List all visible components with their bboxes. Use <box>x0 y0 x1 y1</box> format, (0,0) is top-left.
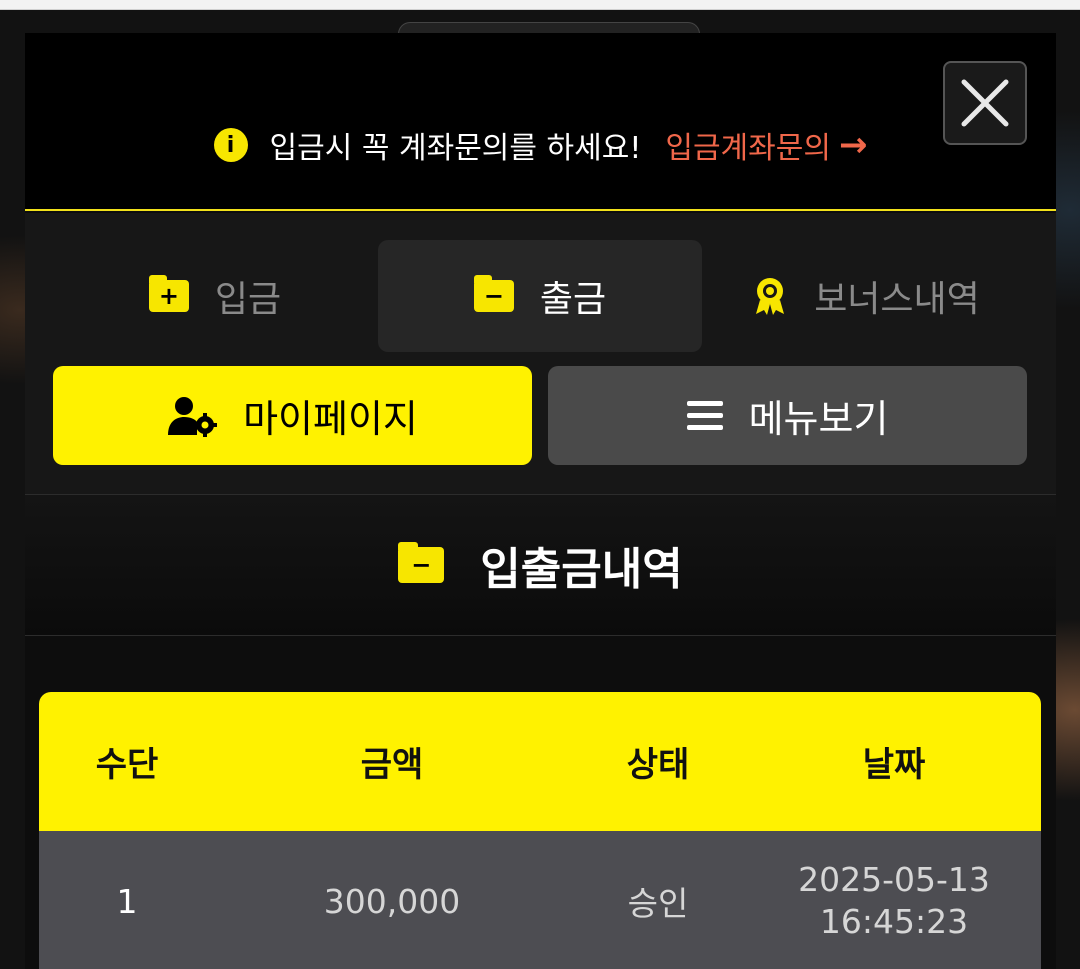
section-header: − 입출금내역 <box>25 494 1056 636</box>
user-gear-icon <box>168 396 218 437</box>
mypage-label: 마이페이지 <box>243 397 418 441</box>
column-header-amount: 금액 <box>360 745 424 785</box>
tab-bonus[interactable]: 보너스내역 <box>704 240 1028 352</box>
notice-row: i 입금시 꼭 계좌문의를 하세요! 입금계좌문의 → <box>25 123 1056 167</box>
arrow-right-icon: → <box>838 125 868 165</box>
wallet-modal: i 입금시 꼭 계좌문의를 하세요! 입금계좌문의 → + 입금 − 출금 보너… <box>25 33 1056 969</box>
cell-status: 승인 <box>627 884 689 923</box>
column-header-status: 상태 <box>626 745 690 785</box>
tab-deposit-label: 입금 <box>214 279 282 320</box>
tabs-area: + 입금 − 출금 보너스내역 마이페이지 메뉴보기 <box>25 213 1056 494</box>
browser-top-bar <box>0 0 1080 10</box>
cell-method: 1 <box>116 881 138 921</box>
cell-date: 2025-05-13 16:45:23 <box>747 831 1041 969</box>
info-icon: i <box>213 128 248 162</box>
close-icon <box>961 79 1009 127</box>
column-header-date: 날짜 <box>862 745 926 785</box>
menu-icon <box>686 400 723 430</box>
notice-text: 입금시 꼭 계좌문의를 하세요! <box>269 131 642 166</box>
cell-amount: 300,000 <box>323 881 461 921</box>
menu-button[interactable]: 메뉴보기 <box>548 366 1027 465</box>
folder-minus-icon: − <box>473 275 514 312</box>
cell-date-day: 2025-05-13 <box>798 860 990 899</box>
notice-bar: i 입금시 꼭 계좌문의를 하세요! 입금계좌문의 → <box>25 33 1056 211</box>
menu-label: 메뉴보기 <box>748 397 889 441</box>
transaction-table: 수단 금액 상태 날짜 1 300,000 승인 2025-05-13 16:4… <box>39 692 1041 969</box>
tab-deposit[interactable]: + 입금 <box>53 240 377 352</box>
cell-date-time: 16:45:23 <box>819 902 969 941</box>
tab-withdraw-label: 출금 <box>539 279 607 320</box>
account-inquiry-link[interactable]: 입금계좌문의 → <box>665 123 867 167</box>
section-title: 입출금내역 <box>480 544 683 595</box>
account-inquiry-label: 입금계좌문의 <box>665 131 831 166</box>
table-row[interactable]: 1 300,000 승인 2025-05-13 16:45:23 <box>39 831 1041 969</box>
folder-minus-icon: − <box>398 542 445 583</box>
tab-withdraw[interactable]: − 출금 <box>378 240 702 352</box>
award-icon <box>756 278 785 315</box>
mypage-button[interactable]: 마이페이지 <box>53 366 532 465</box>
folder-plus-icon: + <box>148 275 189 312</box>
column-header-method: 수단 <box>95 745 159 785</box>
table-header: 수단 금액 상태 날짜 <box>39 692 1041 831</box>
tab-bonus-label: 보너스내역 <box>814 279 980 320</box>
close-button[interactable] <box>943 61 1027 145</box>
